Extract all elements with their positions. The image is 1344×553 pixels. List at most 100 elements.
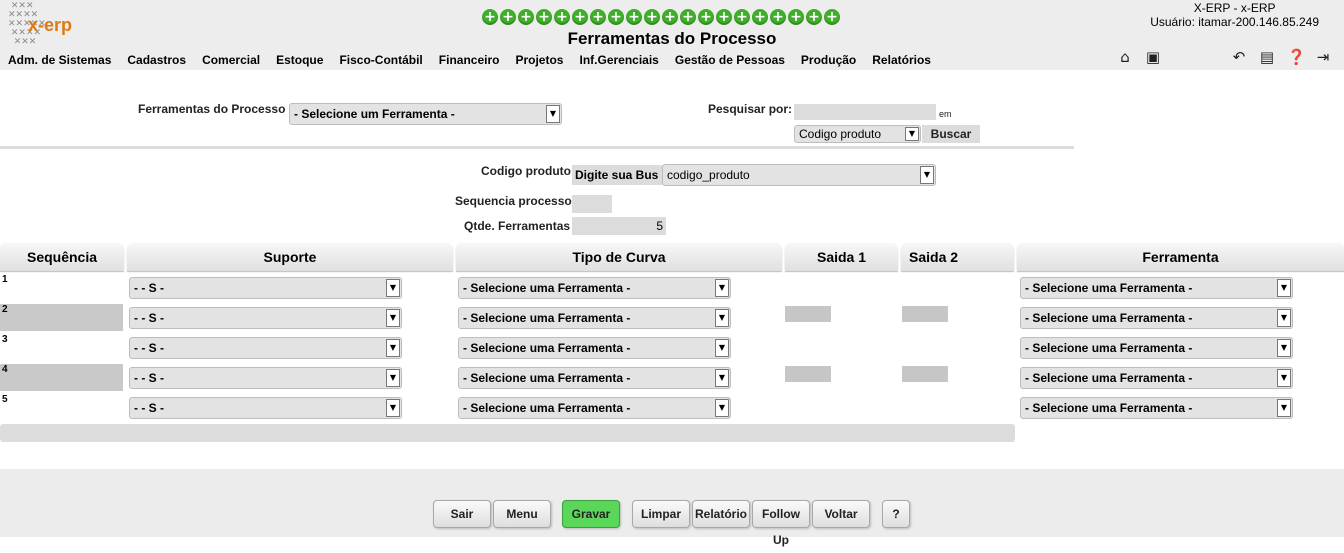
ferramenta-select[interactable]: - Selecione uma Ferramenta - ▼ [1020, 337, 1293, 359]
suporte-value: - - S - [134, 401, 164, 415]
saida1-field[interactable] [785, 366, 831, 382]
section-divider [0, 146, 1074, 149]
ferramenta-select[interactable]: - Selecione uma Ferramenta - ▼ [1020, 397, 1293, 419]
chevron-down-icon: ▼ [386, 369, 400, 387]
plus-circle-icon[interactable]: + [500, 9, 516, 25]
codigo-search-input[interactable]: Digite sua Bus [572, 165, 662, 185]
tipo-curva-select[interactable]: - Selecione uma Ferramenta - ▼ [458, 337, 731, 359]
user-info: Usuário: itamar-200.146.85.249 [1150, 15, 1319, 29]
tipo-curva-select[interactable]: - Selecione uma Ferramenta - ▼ [458, 307, 731, 329]
header-saida1: Saida 1 [785, 243, 898, 271]
menu-item-financeiro[interactable]: Financeiro [439, 53, 500, 67]
header-tipo-curva: Tipo de Curva [456, 243, 782, 271]
suporte-value: - - S - [134, 311, 164, 325]
home-icon[interactable]: ⌂ [1116, 48, 1134, 66]
plus-circle-icon[interactable]: + [806, 9, 822, 25]
menu-item-adm-sistemas[interactable]: Adm. de Sistemas [8, 53, 111, 67]
tipo-curva-select[interactable]: - Selecione uma Ferramenta - ▼ [458, 277, 731, 299]
suporte-select[interactable]: - - S - ▼ [129, 277, 402, 299]
voltar-button[interactable]: Voltar [812, 500, 870, 528]
system-info: X-ERP - x-ERP Usuário: itamar-200.146.85… [1150, 1, 1319, 29]
plus-circle-icon[interactable]: + [788, 9, 804, 25]
menu-item-inf-gerenciais[interactable]: Inf.Gerenciais [579, 53, 658, 67]
chevron-down-icon: ▼ [1277, 309, 1291, 327]
sequencia-input[interactable] [572, 195, 612, 213]
ferramenta-select[interactable]: - Selecione uma Ferramenta - ▼ [1020, 367, 1293, 389]
ferramentas-select[interactable]: - Selecione um Ferramenta - ▼ [289, 103, 562, 125]
menu-button[interactable]: Menu [493, 500, 551, 528]
header-ferramenta: Ferramenta [1017, 243, 1344, 271]
sair-button[interactable]: Sair [433, 500, 491, 528]
suporte-select[interactable]: - - S - ▼ [129, 367, 402, 389]
plus-circle-icon[interactable]: + [698, 9, 714, 25]
codigo-label: Codigo produto [481, 164, 571, 178]
row-number: 2 [0, 304, 123, 331]
saida2-field[interactable] [902, 306, 948, 322]
search-field-select[interactable]: Codigo produto ▼ [794, 125, 921, 143]
chevron-down-icon: ▼ [1277, 279, 1291, 297]
plus-circle-icon[interactable]: + [554, 9, 570, 25]
plus-circle-icon[interactable]: + [770, 9, 786, 25]
chevron-down-icon: ▼ [715, 369, 729, 387]
codigo-select[interactable]: codigo_produto ▼ [662, 164, 936, 186]
suporte-select[interactable]: - - S - ▼ [129, 337, 402, 359]
plus-circle-icon[interactable]: + [518, 9, 534, 25]
pesquisar-input[interactable] [794, 104, 936, 120]
saida1-field[interactable] [785, 306, 831, 322]
menu-item-gestao-pessoas[interactable]: Gestão de Pessoas [675, 53, 785, 67]
header-toolbar: ⌂ ▣ ↶ ▤ ❓ ⇥ [1116, 48, 1336, 68]
help-icon[interactable]: ❓ [1287, 48, 1306, 66]
suporte-select[interactable]: - - S - ▼ [129, 397, 402, 419]
tipo-curva-select[interactable]: - Selecione uma Ferramenta - ▼ [458, 367, 731, 389]
menu-item-estoque[interactable]: Estoque [276, 53, 323, 67]
row-number: 3 [2, 334, 8, 345]
suporte-value: - - S - [134, 371, 164, 385]
gravar-button[interactable]: Gravar [562, 500, 620, 528]
tipo-curva-select[interactable]: - Selecione uma Ferramenta - ▼ [458, 397, 731, 419]
chevron-down-icon: ▼ [715, 339, 729, 357]
ferramenta-select[interactable]: - Selecione uma Ferramenta - ▼ [1020, 277, 1293, 299]
plus-circle-icon[interactable]: + [680, 9, 696, 25]
header-suporte: Suporte [127, 243, 453, 271]
plus-circle-icon[interactable]: + [626, 9, 642, 25]
help-button[interactable]: ? [882, 500, 910, 528]
row-number: 4 [0, 364, 123, 391]
notes-icon[interactable]: ▤ [1258, 48, 1276, 66]
save-icon[interactable]: ▣ [1144, 48, 1162, 66]
follow-up-button[interactable]: Follow Up [752, 500, 810, 547]
menu-item-relatorios[interactable]: Relatórios [872, 53, 931, 67]
limpar-button[interactable]: Limpar [632, 500, 690, 528]
plus-circle-icon[interactable]: + [608, 9, 624, 25]
plus-circle-icon[interactable]: + [716, 9, 732, 25]
buscar-button[interactable]: Buscar [922, 125, 980, 143]
menu-item-fisco-contabil[interactable]: Fisco-Contábil [339, 53, 422, 67]
suporte-value: - - S - [134, 341, 164, 355]
pesquisar-label: Pesquisar por: [708, 102, 793, 116]
plus-circle-icon[interactable]: + [662, 9, 678, 25]
ferramenta-select[interactable]: - Selecione uma Ferramenta - ▼ [1020, 307, 1293, 329]
plus-circle-icon[interactable]: + [536, 9, 552, 25]
chevron-down-icon: ▼ [905, 127, 919, 141]
exit-icon[interactable]: ⇥ [1314, 48, 1332, 66]
plus-circle-icon[interactable]: + [590, 9, 606, 25]
menu-item-comercial[interactable]: Comercial [202, 53, 260, 67]
relatorio-button[interactable]: Relatório [692, 500, 750, 528]
plus-circle-icon[interactable]: + [572, 9, 588, 25]
chevron-down-icon: ▼ [715, 279, 729, 297]
suporte-select[interactable]: - - S - ▼ [129, 307, 402, 329]
table-footer-bar [0, 424, 1015, 442]
plus-circle-icon[interactable]: + [482, 9, 498, 25]
back-arrow-icon[interactable]: ↶ [1230, 48, 1248, 66]
chevron-down-icon: ▼ [386, 279, 400, 297]
plus-circle-icon[interactable]: + [644, 9, 660, 25]
plus-circle-icon[interactable]: + [734, 9, 750, 25]
plus-circle-icon[interactable]: + [824, 9, 840, 25]
menu-item-projetos[interactable]: Projetos [515, 53, 563, 67]
saida2-field[interactable] [902, 366, 948, 382]
em-label: em [939, 109, 952, 119]
qtde-input[interactable]: 5 [572, 217, 666, 235]
ferramentas-select-value: - Selecione um Ferramenta - [294, 107, 455, 121]
menu-item-producao[interactable]: Produção [801, 53, 856, 67]
plus-circle-icon[interactable]: + [752, 9, 768, 25]
menu-item-cadastros[interactable]: Cadastros [127, 53, 186, 67]
